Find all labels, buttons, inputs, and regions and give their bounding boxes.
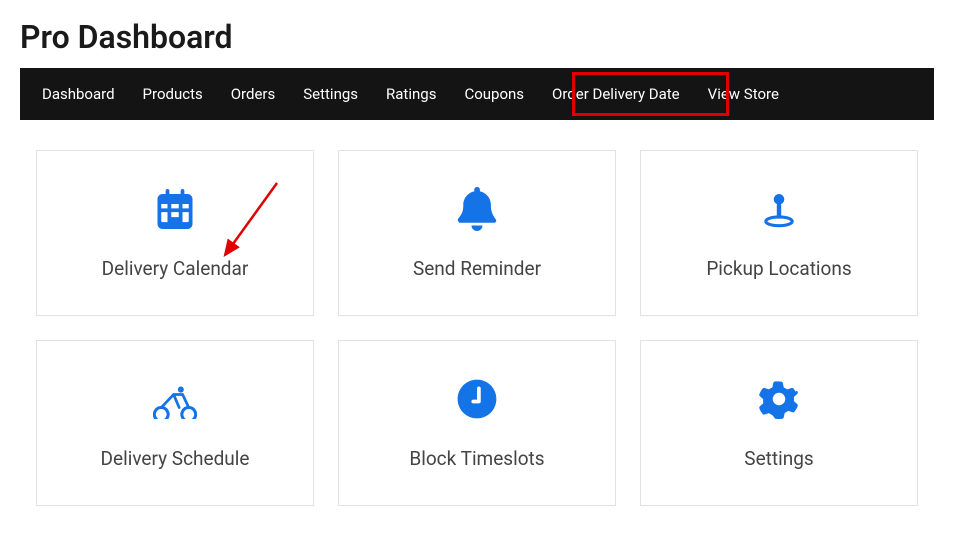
main-navbar: Dashboard Products Orders Settings Ratin… <box>20 68 934 120</box>
nav-item-view-store[interactable]: View Store <box>694 71 793 117</box>
card-title: Delivery Calendar <box>102 257 249 280</box>
calendar-icon <box>153 187 197 231</box>
card-block-timeslots[interactable]: Block Timeslots <box>338 340 616 506</box>
pin-icon <box>757 187 801 231</box>
card-pickup-locations[interactable]: Pickup Locations <box>640 150 918 316</box>
card-delivery-calendar[interactable]: Delivery Calendar <box>36 150 314 316</box>
card-title: Block Timeslots <box>409 447 544 470</box>
nav-item-ratings[interactable]: Ratings <box>372 71 450 117</box>
nav-item-order-delivery-date[interactable]: Order Delivery Date <box>538 71 694 117</box>
nav-item-coupons[interactable]: Coupons <box>450 71 538 117</box>
card-delivery-schedule[interactable]: Delivery Schedule <box>36 340 314 506</box>
gear-icon <box>757 377 801 421</box>
cards-grid: Delivery Calendar Send Reminder Pickup L… <box>0 150 954 506</box>
card-title: Settings <box>744 447 813 470</box>
clock-icon <box>455 377 499 421</box>
card-title: Send Reminder <box>413 257 541 280</box>
nav-item-dashboard[interactable]: Dashboard <box>28 71 129 117</box>
card-send-reminder[interactable]: Send Reminder <box>338 150 616 316</box>
nav-item-settings[interactable]: Settings <box>289 71 372 117</box>
arrow-annotation-icon <box>215 177 285 267</box>
card-title: Delivery Schedule <box>101 447 250 470</box>
bell-icon <box>455 187 499 231</box>
page-title: Pro Dashboard <box>0 0 954 68</box>
nav-item-products[interactable]: Products <box>129 71 217 117</box>
bicycle-icon <box>153 377 197 421</box>
card-title: Pickup Locations <box>706 257 851 280</box>
nav-item-orders[interactable]: Orders <box>217 71 290 117</box>
card-settings[interactable]: Settings <box>640 340 918 506</box>
